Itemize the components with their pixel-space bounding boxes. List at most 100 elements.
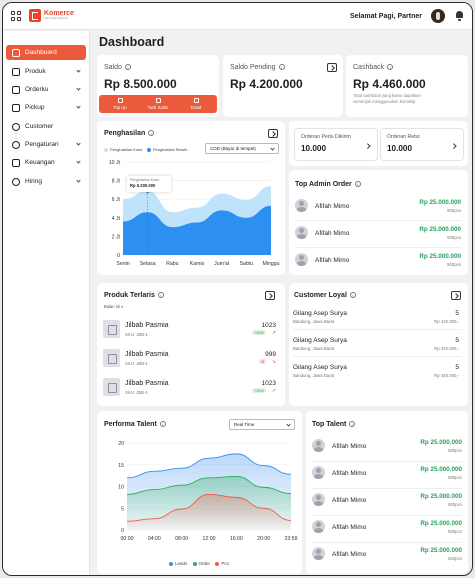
product-row[interactable]: Jilbab Pasmia SKU: JBB-1 1023 +30% ↗ [103, 320, 276, 344]
user-avatar[interactable] [431, 9, 445, 23]
chevron-down-icon [76, 86, 81, 91]
app-window: Komerce hadir untuk indonesia Selamat Pa… [2, 2, 473, 576]
info-icon[interactable]: i [354, 181, 361, 188]
change-badge: -5 [258, 359, 266, 364]
avatar [295, 226, 308, 239]
admin-row[interactable]: Afifah Mimo Rp 25.000.000 500pcs [295, 251, 461, 273]
info-icon[interactable]: i [148, 130, 155, 137]
notification-bell-icon[interactable] [455, 11, 464, 21]
avatar [312, 439, 325, 452]
saldo-actions: Top Up Tarik Saldo Detail [99, 95, 217, 113]
product-row[interactable]: Jilbab Pasmia SKU: JBB-1 999 -5 ↘ [103, 349, 276, 373]
legend-label: Order [198, 561, 211, 566]
info-icon[interactable]: i [349, 421, 356, 428]
chart-legend: Penghasilan Kotor Penghasilan Bersih [104, 147, 187, 152]
tooltip-value: Rp 6.200.000 [130, 183, 156, 188]
cashback-value: Rp 4.460.000 [353, 77, 426, 91]
sidebar-item-label: Dashboard [25, 49, 57, 56]
talent-row[interactable]: Afifah Mimo Rp 25.000.000 500pcs [312, 518, 462, 540]
orderan-retur[interactable]: Orderan Retur 10.000 [380, 128, 464, 161]
brand-logo[interactable]: Komerce hadir untuk indonesia [29, 9, 74, 22]
apps-grid-icon[interactable] [11, 11, 21, 21]
avatar [312, 466, 325, 479]
sidebar-item-customer[interactable]: Customer [6, 119, 86, 134]
x-tick-label: Kamis [190, 261, 205, 267]
top-admin-card: Top Admin Order i Afifah Mimo Rp 25.000.0… [289, 170, 468, 275]
legend-dot [169, 561, 173, 566]
customer-row[interactable]: Gilang Asep Surya Bandung, Jawa Barat 5 … [293, 364, 459, 386]
sidebar-item-label: Orderku [25, 86, 49, 93]
sidebar-item-dashboard[interactable]: Dashboard [6, 45, 86, 60]
product-row[interactable]: Jilbab Pasmia SKU: JBB-1 1023 +30% ↗ [103, 378, 276, 402]
orderan-perlu-dikirim[interactable]: Orderan Perlu Dikirim 10.000 [294, 128, 378, 161]
saldo-title: Saldo i [104, 64, 131, 71]
period-select[interactable]: Bulan ini ▾ [104, 304, 123, 309]
x-tick-label: 00:00 [121, 536, 134, 542]
admin-row[interactable]: Afifah Mimo Rp 25.000.000 500pcs [295, 197, 461, 219]
brand-tagline: hadir untuk indonesia [44, 17, 68, 21]
sidebar-item-label: Hiring [25, 178, 42, 185]
x-tick-label: Rabu [166, 261, 179, 267]
gear-icon [12, 140, 20, 149]
tooltip-label: Penghasilan Kotor [130, 178, 160, 182]
sidebar-item-label: Customer [25, 123, 54, 130]
talent-row[interactable]: Afifah Mimo Rp 25.000.000 500pcs [312, 491, 462, 513]
penghasilan-filter-select[interactable]: COD (Bayar di tempat) [205, 143, 279, 154]
open-detail-icon[interactable] [265, 291, 275, 300]
cashback-note: Total cashback yang kamu dapatkan semenja… [353, 93, 421, 104]
open-detail-icon[interactable] [268, 129, 278, 138]
talent-row[interactable]: Afifah Mimo Rp 25.000.000 500pcs [312, 464, 462, 486]
info-icon[interactable]: i [278, 64, 285, 71]
admin-row[interactable]: Afifah Mimo Rp 25.000.000 500pcs [295, 224, 461, 246]
talent-row[interactable]: Afifah Mimo Rp 25.000.000 500pcs [312, 545, 462, 567]
top-admin-title: Top Admin Order i [295, 181, 361, 188]
y-tick-label: 0 [121, 528, 124, 534]
avatar [295, 253, 308, 266]
change-badge: +30% [252, 330, 266, 335]
sidebar-item-hiring[interactable]: Hiring [6, 174, 86, 189]
produk-terlaris-card: Produk Terlaris i Bulan ini ▾ Jilbab Pasm… [97, 283, 285, 406]
x-tick-label: 23:59 [285, 536, 298, 542]
chevron-down-icon [76, 178, 81, 183]
tarik-saldo-button[interactable]: Tarik Saldo [140, 97, 176, 111]
info-icon[interactable]: i [387, 64, 394, 71]
sidebar-item-orderku[interactable]: Orderku [6, 82, 86, 97]
detail-button[interactable]: Detail [178, 97, 214, 111]
x-tick-label: Sabtu [240, 261, 254, 267]
info-icon[interactable]: i [349, 292, 356, 299]
talent-row[interactable]: Afifah Mimo Rp 25.000.000 500pcs [312, 437, 462, 459]
penghasilan-title: Penghasilan i [104, 130, 155, 137]
saldo-value: Rp 8.500.000 [104, 77, 177, 91]
open-detail-icon[interactable] [451, 291, 461, 300]
sidebar-item-pengaturan[interactable]: Pengaturan [6, 137, 86, 152]
chevron-down-icon [76, 159, 81, 164]
y-tick-label: 6 Jt [112, 197, 121, 203]
sidebar-item-produk[interactable]: Produk [6, 64, 86, 79]
x-tick-label: 04:00 [148, 536, 161, 542]
x-tick-label: 08:00 [175, 536, 188, 542]
top-up-button[interactable]: Top Up [102, 97, 138, 111]
orders-card: Orderan Perlu Dikirim 10.000 Orderan Ret… [289, 121, 468, 166]
open-detail-icon[interactable] [327, 63, 337, 72]
chevron-down-icon [76, 68, 81, 73]
x-tick-label: Selasa [140, 261, 156, 267]
chevron-down-icon [76, 104, 81, 109]
chevron-right-icon [364, 143, 370, 149]
penghasilan-card: Penghasilan i Penghasilan Kotor Penghasil… [97, 121, 285, 275]
chevron-down-icon [286, 422, 291, 427]
avatar [295, 199, 308, 212]
info-icon[interactable]: i [124, 64, 131, 71]
performa-filter-select[interactable]: Real Time [229, 419, 295, 430]
info-icon[interactable]: i [159, 421, 166, 428]
trend-up-icon: ↗ [271, 388, 276, 394]
y-tick-label: 10 Jt [109, 160, 121, 166]
sidebar-item-pickup[interactable]: Pickup [6, 100, 86, 115]
chevron-right-icon [450, 143, 456, 149]
y-tick-label: 10 [118, 485, 124, 491]
x-tick-label: Senin [116, 261, 129, 267]
info-icon[interactable]: i [157, 292, 164, 299]
legend-dot [215, 561, 220, 566]
x-tick-label: Minggu [262, 261, 279, 267]
cashback-title: Cashback i [353, 64, 394, 71]
sidebar-item-keuangan[interactable]: Keuangan [6, 155, 86, 170]
